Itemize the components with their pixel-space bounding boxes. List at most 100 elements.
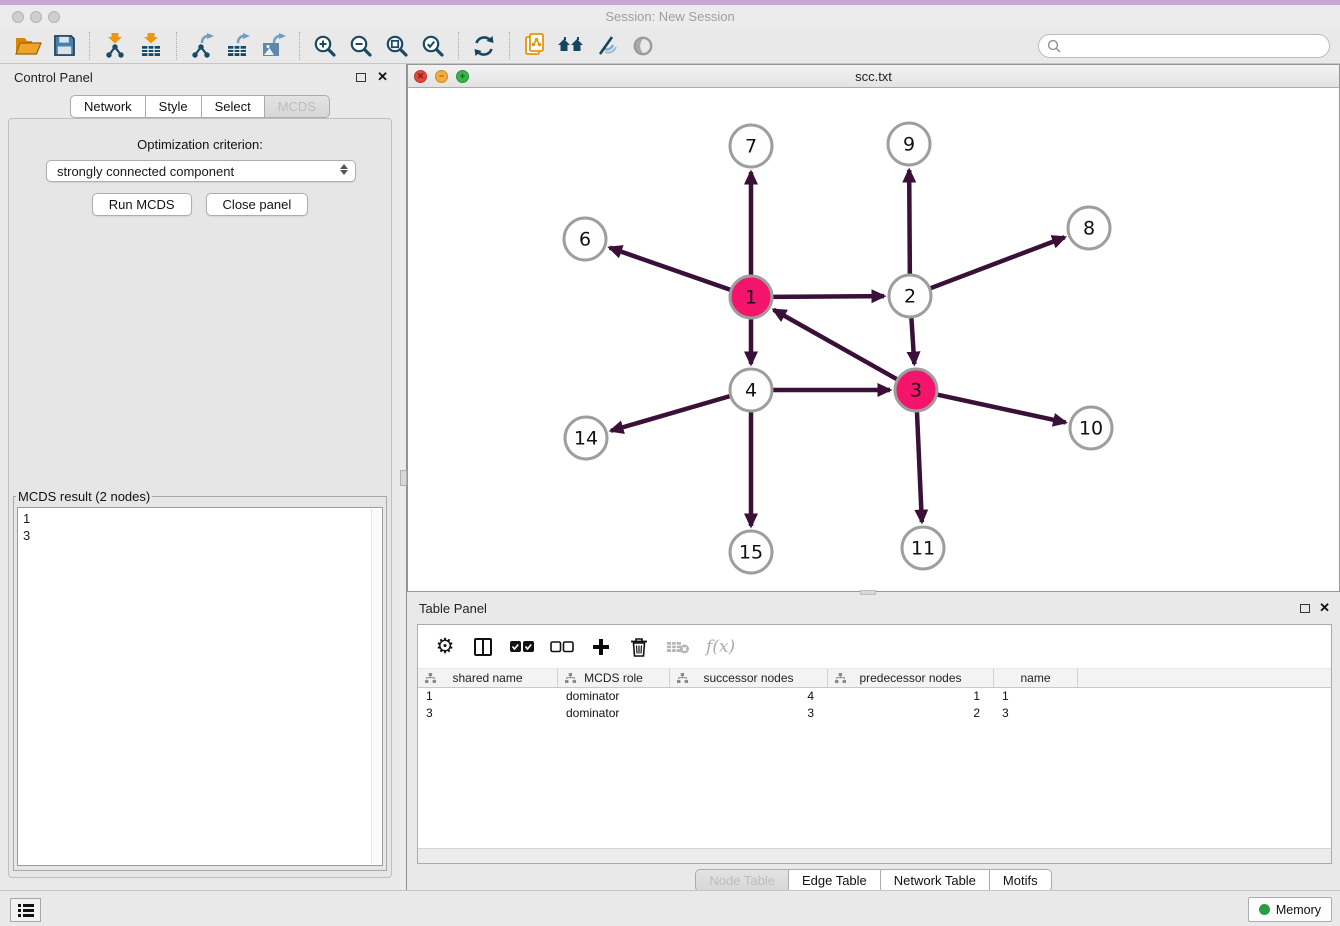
table-panel: Table Panel ✕ ⚙ <box>407 595 1340 890</box>
graph-edge-1-6[interactable] <box>610 248 731 290</box>
memory-status-icon <box>1259 904 1270 915</box>
graph-edge-2-3[interactable] <box>911 318 914 364</box>
graph-edge-3-10[interactable] <box>937 395 1065 423</box>
node-label: 4 <box>745 380 757 402</box>
column-header-predecessor_nodes[interactable]: predecessor nodes <box>828 669 994 687</box>
splitter-grip[interactable] <box>400 470 407 486</box>
graph-node-4[interactable]: 4 <box>730 369 772 411</box>
search-input[interactable] <box>1066 39 1321 53</box>
close-panel-icon[interactable]: ✕ <box>377 69 388 85</box>
graph-node-9[interactable]: 9 <box>888 123 930 165</box>
graph-node-1[interactable]: 1 <box>730 276 772 318</box>
network-canvas[interactable]: 7 9 6 8 1 2 4 3 14 10 15 11 <box>408 88 1339 591</box>
search-field[interactable] <box>1038 34 1330 58</box>
column-header-filler <box>1078 669 1331 687</box>
cell-predecessor_nodes[interactable]: 2 <box>828 705 994 722</box>
zoom-fit-button[interactable] <box>379 30 415 62</box>
cell-shared_name[interactable]: 1 <box>418 688 558 705</box>
memory-button[interactable]: Memory <box>1248 897 1332 922</box>
cell-name[interactable]: 1 <box>994 688 1078 705</box>
column-header-successor_nodes[interactable]: successor nodes <box>670 669 828 687</box>
node-label: 9 <box>903 134 915 156</box>
run-mcds-button[interactable]: Run MCDS <box>92 193 192 216</box>
open-session-button[interactable] <box>10 30 46 62</box>
tab-edge-table[interactable]: Edge Table <box>789 869 881 892</box>
export-table-button[interactable] <box>220 30 256 62</box>
control-panel-title: Control Panel <box>14 70 93 85</box>
graph-edge-4-14[interactable] <box>611 396 730 431</box>
toolbar-separator <box>458 32 459 60</box>
criterion-select[interactable]: strongly connected component <box>46 160 356 182</box>
export-image-button[interactable] <box>256 30 292 62</box>
export-network-button[interactable] <box>184 30 220 62</box>
float-panel-icon[interactable] <box>1300 604 1310 613</box>
delete-table-button[interactable] <box>666 635 690 659</box>
table-row[interactable]: 1dominator411 <box>418 688 1331 705</box>
graph-node-8[interactable]: 8 <box>1068 207 1110 249</box>
zoom-in-button[interactable] <box>307 30 343 62</box>
cell-successor_nodes[interactable]: 3 <box>670 705 828 722</box>
save-session-button[interactable] <box>46 30 82 62</box>
close-panel-button[interactable]: Close panel <box>206 193 309 216</box>
graph-node-7[interactable]: 7 <box>730 125 772 167</box>
import-table-button[interactable] <box>133 30 169 62</box>
cell-shared_name[interactable]: 3 <box>418 705 558 722</box>
table-row[interactable]: 3dominator323 <box>418 705 1331 722</box>
graph-node-15[interactable]: 15 <box>730 531 772 573</box>
clone-network-button[interactable] <box>517 30 553 62</box>
graph-edge-3-1[interactable] <box>774 310 897 379</box>
tab-mcds[interactable]: MCDS <box>265 95 330 118</box>
hide-graphics-details-button[interactable] <box>589 30 625 62</box>
mcds-result-title: MCDS result (2 nodes) <box>16 489 152 504</box>
column-type-icon <box>565 673 576 684</box>
task-history-button[interactable] <box>10 898 41 922</box>
delete-column-button[interactable] <box>628 635 650 659</box>
cell-mcds_role[interactable]: dominator <box>558 705 670 722</box>
cell-predecessor_nodes[interactable]: 1 <box>828 688 994 705</box>
result-scrollbar[interactable] <box>371 509 381 864</box>
zoom-out-button[interactable] <box>343 30 379 62</box>
deselect-all-rows-button[interactable] <box>550 635 574 659</box>
graph-edge-3-11[interactable] <box>917 412 922 522</box>
split-panel-button[interactable] <box>472 635 494 659</box>
network-overview-button[interactable] <box>553 30 589 62</box>
task-list-icon <box>18 904 34 917</box>
graph-node-14[interactable]: 14 <box>565 417 607 459</box>
cell-successor_nodes[interactable]: 4 <box>670 688 828 705</box>
graph-node-3[interactable]: 3 <box>895 369 937 411</box>
mcds-result-textarea[interactable]: 13 <box>17 507 383 866</box>
cell-name[interactable]: 3 <box>994 705 1078 722</box>
zoom-selected-button[interactable] <box>415 30 451 62</box>
cell-mcds_role[interactable]: dominator <box>558 688 670 705</box>
network-frame-titlebar[interactable]: ✕ − + scc.txt <box>408 65 1339 88</box>
graph-edge-1-2[interactable] <box>773 296 884 297</box>
graph-edge-2-8[interactable] <box>931 237 1065 288</box>
graph-edge-2-9[interactable] <box>909 170 910 274</box>
import-network-button[interactable] <box>97 30 133 62</box>
tab-style[interactable]: Style <box>146 95 202 118</box>
tab-select[interactable]: Select <box>202 95 265 118</box>
graph-node-2[interactable]: 2 <box>889 275 931 317</box>
column-settings-button[interactable]: ⚙ <box>434 635 456 659</box>
tab-motifs[interactable]: Motifs <box>990 869 1052 892</box>
function-builder-button[interactable]: f(x) <box>706 635 735 659</box>
select-all-rows-button[interactable] <box>510 635 534 659</box>
tab-node-table[interactable]: Node Table <box>695 869 789 892</box>
add-column-button[interactable] <box>590 635 612 659</box>
graph-node-6[interactable]: 6 <box>564 218 606 260</box>
table-scrollbar[interactable] <box>418 848 1331 863</box>
show-graphics-details-button[interactable] <box>625 30 661 62</box>
graph-node-11[interactable]: 11 <box>902 527 944 569</box>
graph-node-10[interactable]: 10 <box>1070 407 1112 449</box>
column-header-label: successor nodes <box>703 671 793 685</box>
close-panel-icon[interactable]: ✕ <box>1319 600 1330 616</box>
float-panel-icon[interactable] <box>356 73 366 82</box>
tab-network-table[interactable]: Network Table <box>881 869 990 892</box>
panel-splitter[interactable] <box>400 64 407 890</box>
column-header-mcds_role[interactable]: MCDS role <box>558 669 670 687</box>
tab-network[interactable]: Network <box>70 95 146 118</box>
memory-label: Memory <box>1276 903 1321 917</box>
apply-layout-button[interactable] <box>466 30 502 62</box>
column-header-name[interactable]: name <box>994 669 1078 687</box>
column-header-shared_name[interactable]: shared name <box>418 669 558 687</box>
